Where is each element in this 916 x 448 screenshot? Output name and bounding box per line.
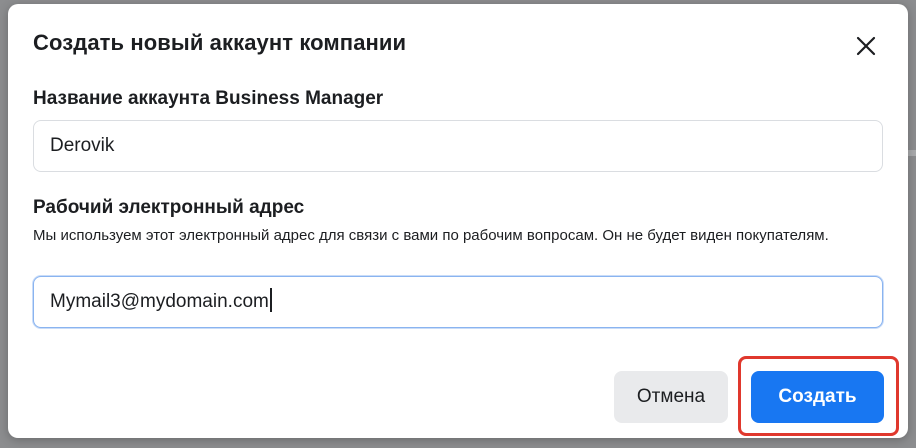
- create-button[interactable]: Создать: [751, 371, 884, 423]
- text-caret: [269, 287, 272, 312]
- close-icon: [856, 36, 876, 56]
- dialog-title: Создать новый аккаунт компании: [33, 30, 407, 55]
- account-name-label: Название аккаунта Business Manager: [33, 88, 384, 109]
- email-input[interactable]: Mymail3@mydomain.com: [33, 276, 883, 328]
- cancel-button[interactable]: Отмена: [614, 371, 728, 423]
- create-business-account-dialog: Создать новый аккаунт компании Название …: [8, 4, 908, 438]
- email-help-text: Мы используем этот электронный адрес для…: [33, 227, 829, 244]
- account-name-value: Derovik: [50, 135, 115, 156]
- close-button[interactable]: [849, 29, 883, 63]
- email-value: Mymail3@mydomain.com: [50, 291, 269, 312]
- email-label: Рабочий электронный адрес: [33, 197, 305, 218]
- account-name-input[interactable]: Derovik: [33, 120, 883, 172]
